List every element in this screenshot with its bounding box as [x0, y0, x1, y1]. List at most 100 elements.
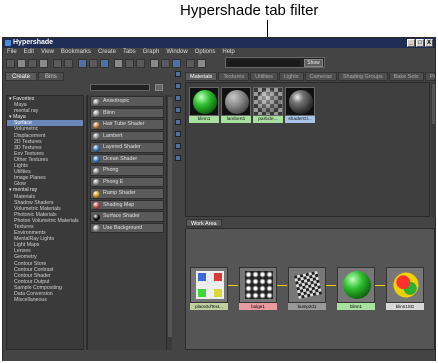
graph-icon[interactable] — [175, 143, 181, 149]
toolbar — [3, 57, 435, 70]
minimize-button[interactable]: _ — [407, 39, 415, 47]
clear-graph-icon[interactable] — [89, 59, 98, 68]
layout-top-icon[interactable] — [39, 59, 48, 68]
green-sphere-icon — [193, 90, 217, 114]
material-swatch[interactable]: shaderGl... — [285, 87, 315, 123]
grid-view-icon[interactable] — [53, 59, 62, 68]
layout-icon[interactable] — [17, 59, 26, 68]
hypershade-window: Hypershade _ □ X File Edit View Bookmark… — [2, 37, 436, 361]
graph-icon[interactable] — [175, 155, 181, 161]
tab-filter: Show — [225, 57, 325, 68]
shader-create-button[interactable]: Ocean Shader — [90, 153, 164, 164]
window-title: Hypershade — [13, 39, 54, 46]
shader-label: Layered Shader — [103, 144, 141, 150]
shader-create-button[interactable]: Use Background — [90, 222, 164, 233]
tab-filter-input[interactable] — [228, 60, 300, 66]
tab-utilities[interactable]: Utilities — [250, 72, 278, 81]
node-place2dtexture[interactable]: place2dText... — [190, 267, 228, 314]
tab-bake-sets[interactable]: Bake Sets — [388, 72, 424, 81]
shader-create-button[interactable]: Phong E — [90, 176, 164, 187]
shader-create-button[interactable]: Lambert — [90, 130, 164, 141]
shader-create-button[interactable]: Shading Map — [90, 199, 164, 210]
scrollbar-thumb[interactable] — [432, 84, 435, 124]
tab-options-icon[interactable] — [197, 59, 206, 68]
close-button[interactable]: X — [425, 39, 433, 47]
downstream-icon[interactable] — [136, 59, 145, 68]
swatch-clear-icon[interactable] — [161, 59, 170, 68]
node-label: place2dText... — [190, 303, 228, 310]
shader-create-button[interactable]: Blinn — [90, 107, 164, 118]
dark-sphere-icon — [289, 90, 313, 114]
top-area-scrollbar[interactable] — [431, 82, 436, 217]
tab-textures[interactable]: Textures — [218, 72, 250, 81]
tab-lights[interactable]: Lights — [278, 72, 304, 81]
list-view-icon[interactable] — [64, 59, 73, 68]
menu-file[interactable]: File — [7, 48, 17, 57]
graph-icon[interactable] — [175, 131, 181, 137]
node-label: bulge1 — [239, 303, 277, 310]
shader-create-button[interactable]: Phong — [90, 165, 164, 176]
material-swatch[interactable]: particle... — [253, 87, 283, 123]
menu-window[interactable]: Window — [166, 48, 187, 57]
left-scrollbar[interactable] — [166, 95, 172, 350]
shader-icon — [93, 190, 100, 198]
menu-bookmarks[interactable]: Bookmarks — [61, 48, 91, 57]
shader-create-button[interactable]: Hair Tube Shader — [90, 119, 164, 130]
node-label: blinn1 — [337, 303, 375, 310]
tab-shading-groups[interactable]: Shading Groups — [337, 72, 388, 81]
graph-materials-icon[interactable] — [78, 59, 87, 68]
hide-tab-icon[interactable] — [186, 59, 195, 68]
scrollbar-thumb[interactable] — [168, 97, 172, 337]
shader-label: Hair Tube Shader — [103, 121, 145, 127]
toggle-create-bar-icon[interactable] — [6, 59, 15, 68]
graph-icon[interactable] — [175, 71, 181, 77]
shader-create-button[interactable]: Anisotropic — [90, 96, 164, 107]
graph-icon[interactable] — [175, 119, 181, 125]
shader-create-button[interactable]: Surface Shader — [90, 211, 164, 222]
tab-materials[interactable]: Materials — [185, 72, 218, 81]
shader-label: Blinn — [103, 109, 115, 116]
tab-projects[interactable]: Projects — [424, 72, 435, 81]
tab-cameras[interactable]: Cameras — [304, 72, 337, 81]
rearrange-graph-icon[interactable] — [114, 59, 123, 68]
work-area-graph: place2dText... bulge1 bump2d1 blinn1 bli… — [185, 228, 435, 350]
menu-options[interactable]: Options — [195, 48, 216, 57]
shader-create-button[interactable]: Ramp Shader — [90, 188, 164, 199]
shader-label: Surface Shader — [103, 213, 140, 219]
maximize-button[interactable]: □ — [416, 39, 424, 47]
menu-view[interactable]: View — [41, 48, 54, 57]
node-blinn[interactable]: blinn1 — [337, 267, 375, 314]
shader-create-button[interactable]: Layered Shader — [90, 142, 164, 153]
node-blinn-shading-group[interactable]: blinn1SG — [386, 267, 424, 314]
input-connections-icon[interactable] — [100, 59, 109, 68]
graph-icon[interactable] — [175, 83, 181, 89]
shader-label: Anisotropic — [103, 98, 130, 104]
tab-work-area[interactable]: Work Area — [186, 219, 222, 227]
tab-create[interactable]: Create — [5, 72, 38, 81]
node-bulge[interactable]: bulge1 — [239, 267, 277, 314]
menu-tabs[interactable]: Tabs — [123, 48, 136, 57]
menu-graph[interactable]: Graph — [143, 48, 160, 57]
material-swatch[interactable]: lambert1 — [221, 87, 251, 123]
graph-icon[interactable] — [175, 107, 181, 113]
shader-label: Ramp Shader — [103, 190, 136, 196]
upstream-icon[interactable] — [125, 59, 134, 68]
graph-icon[interactable] — [175, 95, 181, 101]
tab-filter-show-button[interactable]: Show — [304, 59, 323, 67]
layout-split-icon[interactable] — [28, 59, 37, 68]
create-search-input[interactable] — [90, 84, 150, 91]
swatch-size-icon[interactable] — [172, 59, 181, 68]
menu-create[interactable]: Create — [98, 48, 116, 57]
tree-item[interactable]: Miscellaneous — [7, 297, 83, 303]
menu-edit[interactable]: Edit — [24, 48, 34, 57]
swatch-render-icon[interactable] — [150, 59, 159, 68]
node-bump2d[interactable]: bump2d1 — [288, 267, 326, 314]
tab-icon-strip — [175, 71, 182, 231]
shader-icon — [93, 179, 100, 186]
place2d-texture-icon — [196, 271, 224, 299]
tab-bins[interactable]: Bins — [38, 72, 64, 81]
shader-icon — [93, 167, 100, 175]
material-swatch[interactable]: blinn1 — [189, 87, 219, 123]
menu-help[interactable]: Help — [222, 48, 234, 57]
create-search-button[interactable] — [155, 84, 163, 91]
